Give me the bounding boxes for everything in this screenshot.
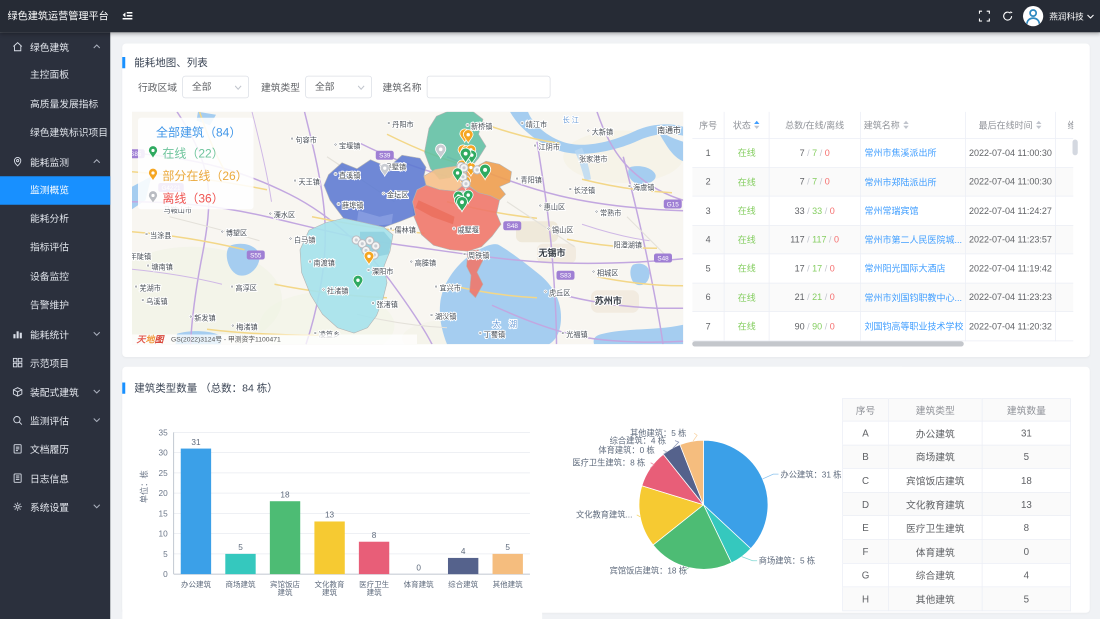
- svg-text:° 宝堰镇: ° 宝堰镇: [334, 142, 360, 151]
- svg-text:° 塘南镇: ° 塘南镇: [147, 262, 173, 271]
- svg-text:° 宜兴市: ° 宜兴市: [435, 283, 461, 292]
- svg-text:30: 30: [159, 449, 169, 458]
- svg-text:° 海虞镇: ° 海虞镇: [628, 183, 654, 192]
- svg-text:离线（36）: 离线（36）: [162, 191, 223, 206]
- svg-text:° 南渡镇: ° 南渡镇: [309, 259, 335, 268]
- svg-text:° 常熟市: ° 常熟市: [595, 208, 621, 217]
- svg-text:° 江阴市: ° 江阴市: [534, 142, 560, 151]
- svg-text:° 丹阳市: ° 丹阳市: [387, 120, 413, 129]
- svg-text:15: 15: [159, 509, 169, 518]
- svg-text:8: 8: [372, 531, 377, 540]
- svg-text:天地图: 天地图: [137, 334, 166, 344]
- svg-text:S55: S55: [250, 252, 262, 259]
- svg-text:0: 0: [163, 570, 168, 579]
- svg-text:° 薛埠镇: ° 薛埠镇: [337, 201, 363, 210]
- svg-text:° 靖江市: ° 靖江市: [521, 120, 547, 129]
- svg-text:无锡市: 无锡市: [537, 247, 565, 258]
- svg-text:° 直溪镇: ° 直溪镇: [334, 171, 360, 180]
- svg-text:宾馆饭店建筑：18 栋: 宾馆饭店建筑：18 栋: [610, 565, 687, 575]
- svg-text:5: 5: [238, 543, 243, 552]
- svg-text:° 儒林镇: ° 儒林镇: [390, 226, 416, 235]
- svg-text:综合建筑: 综合建筑: [448, 579, 478, 589]
- svg-text:° 丁蜀镇: ° 丁蜀镇: [479, 330, 505, 339]
- svg-text:南通市: 南通市: [657, 125, 681, 135]
- svg-text:10: 10: [159, 530, 169, 539]
- svg-text:25: 25: [159, 469, 169, 478]
- svg-text:° 新发镇: ° 新发镇: [189, 313, 215, 322]
- svg-text:建筑: 建筑: [278, 587, 293, 597]
- svg-text:° 金坛区: ° 金坛区: [382, 190, 408, 199]
- svg-text:其他建筑：5 栋: 其他建筑：5 栋: [630, 428, 686, 438]
- svg-text:° 高塍镇: ° 高塍镇: [410, 259, 436, 268]
- svg-text:张家港市: 张家港市: [579, 154, 607, 163]
- svg-text:18: 18: [280, 490, 290, 499]
- svg-text:5: 5: [163, 550, 168, 559]
- svg-text:其他建筑: 其他建筑: [493, 579, 523, 589]
- svg-text:° 大新镇: ° 大新镇: [587, 127, 613, 136]
- svg-text:° 虎丘区: ° 虎丘区: [544, 289, 570, 298]
- svg-text:° 溧阳市: ° 溧阳市: [367, 267, 393, 276]
- svg-text:° 乌溪镇: ° 乌溪镇: [141, 297, 167, 306]
- svg-text:在线（22）: 在线（22）: [162, 147, 223, 161]
- svg-text:太 湖: 太 湖: [492, 319, 517, 329]
- svg-text:建筑: 建筑: [367, 587, 382, 597]
- svg-text:° 光福镇: ° 光福镇: [561, 330, 587, 339]
- svg-text:20: 20: [159, 489, 169, 498]
- svg-text:° 相城区: ° 相城区: [592, 268, 618, 277]
- svg-text:办公建筑: 办公建筑: [181, 579, 211, 589]
- svg-text:商场建筑：5 栋: 商场建筑：5 栋: [759, 556, 815, 566]
- svg-text:13: 13: [325, 511, 335, 520]
- svg-text:° 梅渚镇: ° 梅渚镇: [231, 322, 257, 331]
- svg-text:5: 5: [505, 543, 510, 552]
- svg-text:31: 31: [191, 438, 201, 447]
- svg-text:体育建筑：0 栋: 体育建筑：0 栋: [598, 445, 654, 455]
- svg-text:° 年陡镇: ° 年陡镇: [132, 252, 151, 261]
- svg-text:GS(2022)3124号 - 甲测资字1100471: GS(2022)3124号 - 甲测资字1100471: [171, 335, 281, 344]
- svg-text:苏州市: 苏州市: [595, 295, 622, 306]
- svg-text:S83: S83: [560, 273, 572, 280]
- svg-text:° 戚墅堰: ° 戚墅堰: [453, 226, 479, 235]
- svg-text:G15: G15: [667, 201, 679, 208]
- svg-text:° 青阳镇: ° 青阳镇: [516, 175, 542, 184]
- svg-text:° 高淳区: ° 高淳区: [231, 283, 257, 292]
- svg-text:0: 0: [416, 563, 421, 572]
- svg-text:° 博望区: ° 博望区: [221, 229, 247, 238]
- svg-text:° 社渚镇: ° 社渚镇: [322, 286, 348, 295]
- svg-text:° 长泾镇: ° 长泾镇: [569, 186, 595, 195]
- svg-text:文化教育建筑...: 文化教育建筑...: [576, 510, 632, 520]
- svg-text:4: 4: [461, 547, 466, 556]
- svg-text:全部建筑（84）: 全部建筑（84）: [156, 125, 241, 140]
- svg-text:° 锡山区: ° 锡山区: [547, 226, 573, 235]
- svg-text:体育建筑: 体育建筑: [404, 579, 434, 589]
- svg-text:° 白马镇: ° 白马镇: [289, 235, 315, 244]
- svg-text:S48: S48: [657, 255, 669, 262]
- svg-text:° 周铁镇: ° 周铁镇: [463, 251, 489, 260]
- svg-text:° 湖㳇镇: ° 湖㳇镇: [430, 312, 456, 321]
- svg-text:阳澄湖镇: 阳澄湖镇: [614, 241, 642, 250]
- svg-text:单位：栋: 单位：栋: [139, 470, 149, 503]
- svg-text:° 惠山区: ° 惠山区: [539, 202, 565, 211]
- svg-text:医疗卫生建筑：8 栋: 医疗卫生建筑：8 栋: [572, 457, 645, 467]
- svg-text:办公建筑：31 栋: 办公建筑：31 栋: [781, 469, 842, 479]
- svg-text:° 天王镇: ° 天王镇: [294, 178, 320, 187]
- svg-text:建筑: 建筑: [322, 587, 337, 597]
- svg-text:° 当涂县: ° 当涂县: [145, 231, 171, 240]
- svg-text:长 江: 长 江: [563, 115, 579, 124]
- svg-text:S48: S48: [507, 223, 519, 230]
- svg-text:35: 35: [159, 428, 169, 437]
- svg-text:° 张渚镇: ° 张渚镇: [372, 300, 398, 309]
- svg-text:部分在线（26）: 部分在线（26）: [162, 168, 247, 183]
- svg-text:S39: S39: [379, 153, 391, 160]
- svg-text:商场建筑: 商场建筑: [226, 579, 256, 589]
- svg-text:° 溧水区: ° 溧水区: [269, 211, 295, 220]
- svg-text:° 句容市: ° 句容市: [291, 136, 317, 145]
- svg-text:° 芜湖市: ° 芜湖市: [135, 283, 161, 292]
